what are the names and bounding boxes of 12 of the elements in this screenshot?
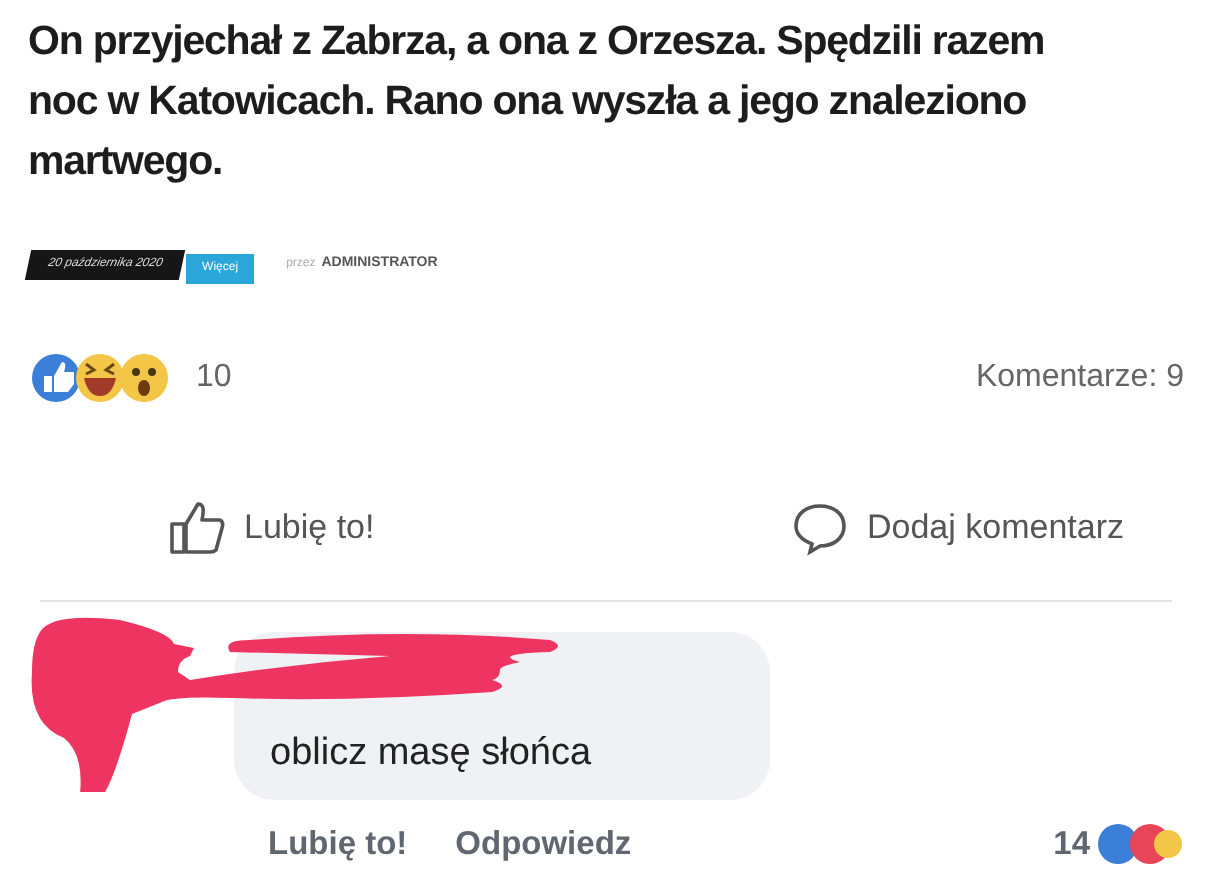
reaction-icons xyxy=(1096,820,1184,869)
comment-icon xyxy=(790,500,851,556)
comments-count[interactable]: Komentarze: 9 xyxy=(975,354,1184,402)
reaction-count: 10 xyxy=(196,358,232,398)
comment-text: oblicz masę słońca xyxy=(270,730,592,778)
post-title: On przyjechał z Zabrza, a ona z Orzesza. Spędzili razem noc w Katowicach. Rano ona wyszła a jego znaleziono martwego. xyxy=(28,16,1047,188)
action-button[interactable]: Lubię to! xyxy=(168,500,375,556)
action-button[interactable]: Dodaj komentarz xyxy=(790,500,1124,556)
like-link[interactable]: Lubię to! xyxy=(268,820,408,870)
thumbs-up-icon xyxy=(168,500,228,556)
comment-reaction-count: 14 xyxy=(1053,824,1090,866)
reply-link[interactable]: Odpowiedz xyxy=(455,820,632,870)
